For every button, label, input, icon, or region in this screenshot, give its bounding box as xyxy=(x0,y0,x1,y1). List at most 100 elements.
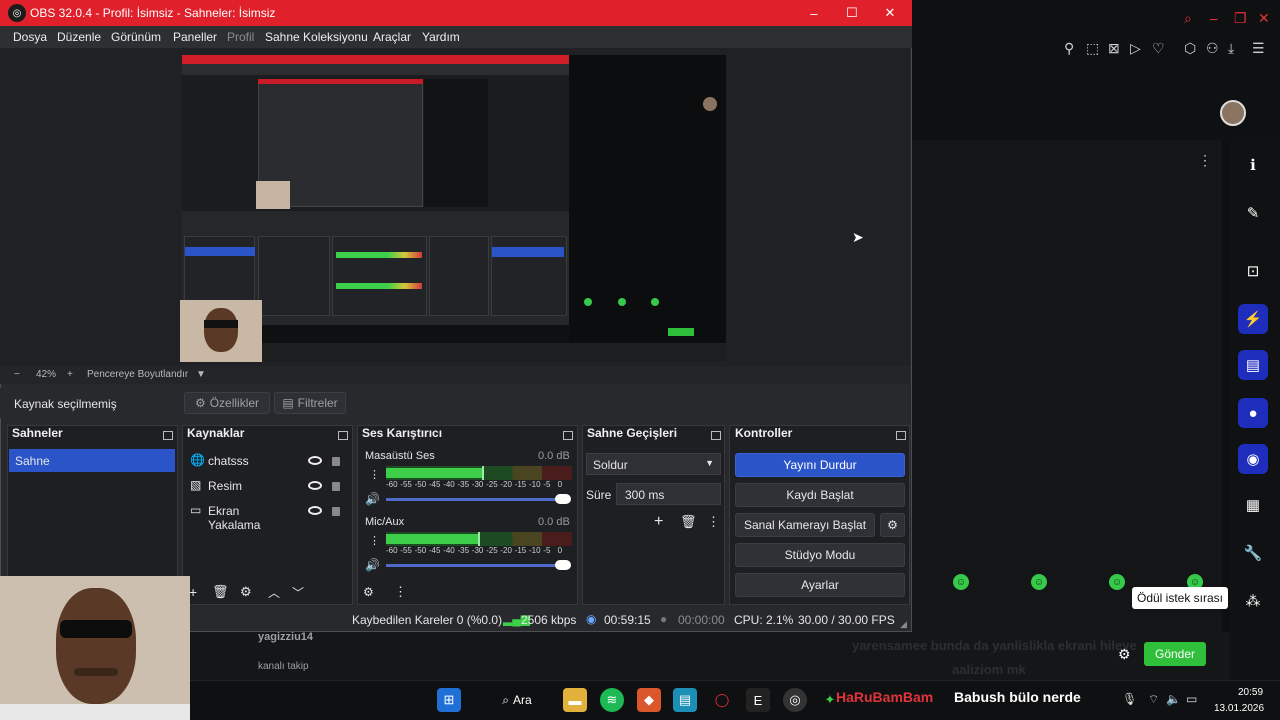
fit-to-window[interactable]: Pencereye Boyutlandır xyxy=(87,369,188,380)
layout-icon[interactable]: ▦ xyxy=(1238,490,1268,520)
resize-grip-icon[interactable]: ◢ xyxy=(900,619,907,630)
heart-icon[interactable]: ♡ xyxy=(1152,40,1165,57)
epic-games-icon[interactable]: E xyxy=(746,688,770,712)
chat-username[interactable]: yagizziu14 xyxy=(258,631,313,643)
menu-duzenle[interactable]: Düzenle xyxy=(57,30,101,44)
emote-icon[interactable]: ☺ xyxy=(953,574,969,590)
terminal-icon[interactable]: ▤ xyxy=(673,688,697,712)
extensions-icon[interactable]: ⬡ xyxy=(1184,40,1196,57)
minimize-icon[interactable]: – xyxy=(804,4,824,22)
search-icon[interactable]: ⌕ xyxy=(1184,10,1192,27)
volume-slider[interactable] xyxy=(386,498,558,501)
zoom-out-icon[interactable]: − xyxy=(14,369,20,380)
emote-icon[interactable]: ☺ xyxy=(1031,574,1047,590)
broadcast-icon[interactable]: ◉ xyxy=(1238,444,1268,474)
studio-mode-button[interactable]: Stüdyo Modu xyxy=(735,543,905,567)
speaker-icon[interactable]: 🔊 xyxy=(365,492,380,506)
download-icon[interactable]: ⤓ xyxy=(1228,40,1234,57)
eye-icon[interactable] xyxy=(308,456,322,465)
trash-icon[interactable]: 🗑 xyxy=(212,584,229,600)
capture-icon[interactable]: ⊡ xyxy=(1238,256,1268,286)
menu-sahne-koleksiyonu[interactable]: Sahne Koleksiyonu xyxy=(265,30,368,44)
zoom-in-icon[interactable]: + xyxy=(67,369,73,380)
volume-slider[interactable] xyxy=(386,564,558,567)
more-vertical-icon[interactable]: ⋮ xyxy=(369,534,380,547)
maximize-icon[interactable]: ☐ xyxy=(842,4,862,22)
menu-dosya[interactable]: Dosya xyxy=(13,30,47,44)
virtual-camera-settings-icon[interactable]: ⚙ xyxy=(880,513,905,537)
account-icon[interactable]: ⚇ xyxy=(1206,40,1219,57)
obs-titlebar[interactable]: ◎ OBS 32.0.4 - Profil: İsimsiz - Sahnele… xyxy=(0,0,912,26)
eye-icon[interactable] xyxy=(308,481,322,490)
more-vertical-icon[interactable]: ⋮ xyxy=(707,514,720,530)
folder-icon[interactable]: ▬ xyxy=(563,688,587,712)
eye-icon[interactable] xyxy=(308,506,322,515)
mixer-settings-icon[interactable]: ⚙ xyxy=(363,585,374,599)
chat-icon[interactable]: ● xyxy=(1238,398,1268,428)
chevron-down-icon[interactable]: ▼ xyxy=(196,369,206,380)
close-icon[interactable]: ✕ xyxy=(880,4,900,22)
menu-icon[interactable]: ☰ xyxy=(1252,40,1265,57)
dock-float-icon[interactable] xyxy=(896,431,906,440)
battery-icon[interactable]: ▭ xyxy=(1186,692,1197,706)
lock-icon[interactable] xyxy=(332,507,340,516)
windows-start-icon[interactable]: ⊞ xyxy=(437,688,461,712)
trash-icon[interactable]: 🗑 xyxy=(680,514,697,530)
lock-icon[interactable] xyxy=(332,457,340,466)
dock-float-icon[interactable] xyxy=(711,431,721,440)
add-icon[interactable]: + xyxy=(654,513,663,531)
gear-icon[interactable]: ⚙ xyxy=(240,584,252,600)
transition-select[interactable]: Soldur ▼ xyxy=(586,453,721,475)
menu-araclar[interactable]: Araçlar xyxy=(373,30,411,44)
close-icon[interactable]: ✕ xyxy=(1258,10,1270,27)
app-icon[interactable]: ◆ xyxy=(637,688,661,712)
add-icon[interactable]: + xyxy=(189,584,197,600)
lock-icon[interactable] xyxy=(332,482,340,491)
nodes-icon[interactable]: ⁂ xyxy=(1238,586,1268,616)
more-vertical-icon[interactable]: ⋮ xyxy=(1198,152,1212,169)
volume-handle[interactable] xyxy=(555,494,571,504)
wifi-icon[interactable]: ⌔ xyxy=(1148,692,1159,707)
volume-icon[interactable]: 🔈 xyxy=(1166,692,1181,706)
move-up-icon[interactable]: ︿ xyxy=(268,584,280,601)
profile-avatar[interactable] xyxy=(1220,100,1246,126)
duration-input[interactable]: 300 ms xyxy=(616,483,721,505)
settings-button[interactable]: Ayarlar xyxy=(735,573,905,597)
start-virtual-camera-button[interactable]: Sanal Kamerayı Başlat xyxy=(735,513,875,537)
send-button[interactable]: Gönder xyxy=(1144,642,1206,666)
speaker-icon[interactable]: 🔊 xyxy=(365,558,380,572)
edit-icon[interactable]: ✎ xyxy=(1238,198,1268,228)
more-vertical-icon[interactable]: ⋮ xyxy=(369,468,380,481)
move-down-icon[interactable]: ﹀ xyxy=(292,584,304,601)
volume-handle[interactable] xyxy=(555,560,571,570)
dock-float-icon[interactable] xyxy=(338,431,348,440)
scene-item[interactable]: Sahne xyxy=(9,449,175,472)
mic-icon[interactable]: 🎙 xyxy=(1122,692,1137,706)
menu-gorunum[interactable]: Görünüm xyxy=(111,30,161,44)
properties-button[interactable]: ⚙ Özellikler xyxy=(184,392,270,414)
opera-icon[interactable]: ◯ xyxy=(710,688,734,712)
block-icon[interactable]: ⊠ xyxy=(1108,40,1120,57)
stop-streaming-button[interactable]: Yayını Durdur xyxy=(735,453,905,477)
menu-yardim[interactable]: Yardım xyxy=(422,30,460,44)
start-recording-button[interactable]: Kaydı Başlat xyxy=(735,483,905,507)
dock-float-icon[interactable] xyxy=(163,431,173,440)
minimize-icon[interactable]: – xyxy=(1210,10,1218,26)
lightning-icon[interactable]: ⚡ xyxy=(1238,304,1268,334)
info-icon[interactable]: ℹ xyxy=(1238,150,1268,180)
emote-icon[interactable]: ☺ xyxy=(1109,574,1125,590)
settings-icon[interactable]: ⚙ xyxy=(1118,646,1131,663)
filters-button[interactable]: ▤ Filtreler xyxy=(274,392,346,414)
notes-icon[interactable]: ▤ xyxy=(1238,350,1268,380)
play-icon[interactable]: ▷ xyxy=(1130,40,1141,57)
dock-float-icon[interactable] xyxy=(563,431,573,440)
menu-profil[interactable]: Profil xyxy=(227,30,254,44)
spotify-icon[interactable]: ≋ xyxy=(600,688,624,712)
obs-taskbar-icon[interactable]: ◎ xyxy=(783,688,807,712)
restore-icon[interactable]: ❐ xyxy=(1234,10,1247,27)
menu-paneller[interactable]: Paneller xyxy=(173,30,217,44)
taskbar-search[interactable]: ⌕ Ara xyxy=(488,688,546,712)
more-vertical-icon[interactable]: ⋮ xyxy=(394,584,407,600)
wrench-icon[interactable]: 🔧 xyxy=(1238,538,1268,568)
crop-icon[interactable]: ⬚ xyxy=(1086,40,1099,57)
